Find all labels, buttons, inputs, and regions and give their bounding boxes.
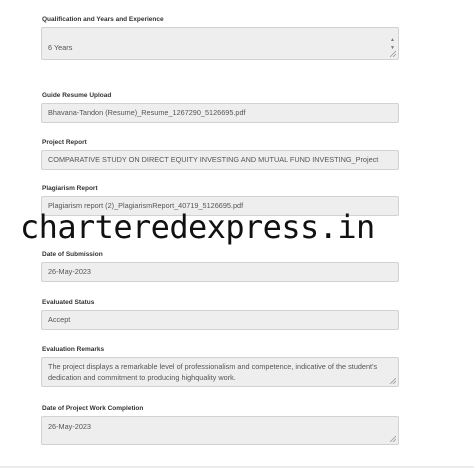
project-report-field[interactable]: COMPARATIVE STUDY ON DIRECT EQUITY INVES… [41,150,399,170]
date-completion-label: Date of Project Work Completion [42,405,144,412]
date-completion-value: 26-May-2023 [48,422,91,431]
resize-grip-icon[interactable] [389,377,396,384]
bottom-divider [0,466,474,468]
evaluated-status-field[interactable]: Accept [41,310,399,330]
chevron-up-icon[interactable]: ▲ [390,37,395,43]
guide-resume-field[interactable]: Bhavana-Tandon (Resume)_Resume_1267290_5… [41,103,399,123]
resize-grip-icon[interactable] [389,435,396,442]
evaluation-remarks-value: The project displays a remarkable level … [48,362,378,382]
evaluation-remarks-textarea[interactable]: The project displays a remarkable level … [41,357,399,387]
project-report-label: Project Report [42,139,87,146]
plagiarism-report-label: Plagiarism Report [42,185,98,192]
evaluation-remarks-label: Evaluation Remarks [42,346,105,353]
resize-grip-icon[interactable] [389,50,396,57]
qualification-label: Qualification and Years and Experience [42,16,164,23]
guide-resume-label: Guide Resume Upload [42,92,112,99]
date-submission-label: Date of Submission [42,251,103,258]
qualification-textarea[interactable]: 6 Years ▲ ▼ [41,27,399,60]
evaluated-status-label: Evaluated Status [42,299,95,306]
qualification-value: 6 Years [48,43,73,52]
watermark-text: charteredexpress.in [20,208,375,246]
date-submission-field[interactable]: 26-May-2023 [41,262,399,282]
date-completion-textarea[interactable]: 26-May-2023 [41,416,399,445]
